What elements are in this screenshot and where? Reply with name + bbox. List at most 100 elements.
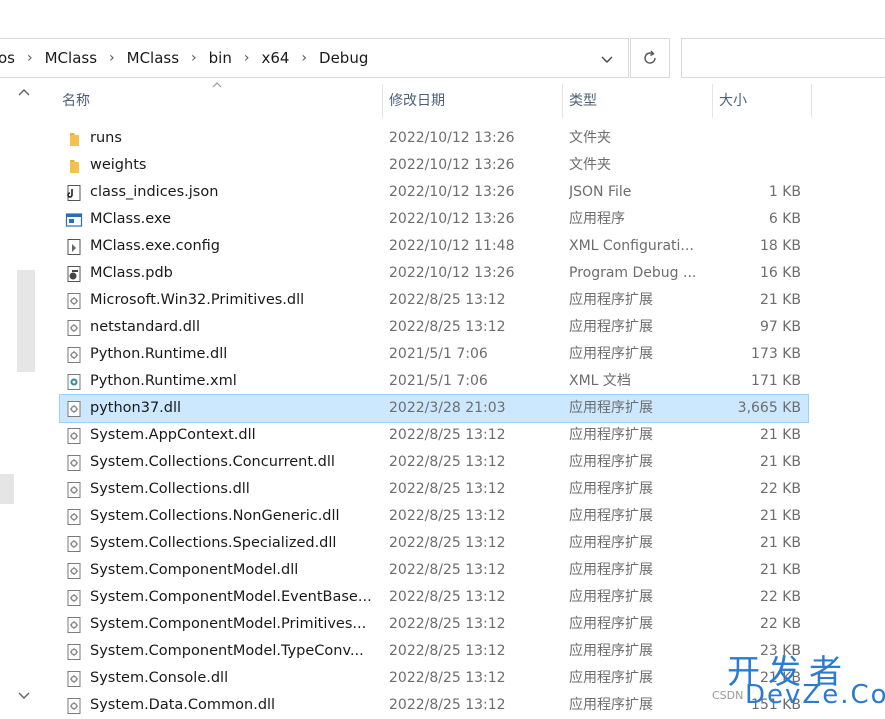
chevron-right-icon[interactable]: › xyxy=(109,50,115,66)
file-size: 171 KB xyxy=(751,373,801,389)
file-name: Python.Runtime.xml xyxy=(90,373,237,389)
file-date: 2022/3/28 21:03 xyxy=(389,400,506,416)
file-row[interactable]: System.ComponentModel.dll 2022/8/25 13:12… xyxy=(60,557,808,584)
file-type: 应用程序 xyxy=(569,211,625,227)
watermark-source: CSDN xyxy=(712,689,744,702)
config-file-icon xyxy=(65,238,83,256)
file-row[interactable]: Python.Runtime.xml 2021/5/1 7:06 XML 文档 171… xyxy=(60,368,808,395)
file-row[interactable]: System.Collections.dll 2022/8/25 13:12 应用程… xyxy=(60,476,808,503)
file-date: 2022/8/25 13:12 xyxy=(389,292,506,308)
chevron-right-icon[interactable]: › xyxy=(191,50,197,66)
file-row[interactable]: System.AppContext.dll 2022/8/25 13:12 应用程序… xyxy=(60,422,808,449)
column-divider[interactable] xyxy=(811,84,812,118)
file-name: System.Data.Common.dll xyxy=(90,697,276,713)
file-row[interactable]: MClass.exe 2022/10/12 13:26 应用程序 6 KB xyxy=(60,206,808,233)
file-date: 2022/8/25 13:12 xyxy=(389,643,506,659)
file-type: JSON File xyxy=(569,184,632,200)
column-header-date[interactable]: 修改日期 xyxy=(375,84,555,118)
nav-scrollbar-thumb[interactable] xyxy=(17,270,35,372)
file-size: 22 KB xyxy=(759,589,801,605)
file-date: 2022/8/25 13:12 xyxy=(389,427,506,443)
nav-selected-item[interactable] xyxy=(0,474,14,504)
file-name: Python.Runtime.dll xyxy=(90,346,228,362)
file-row[interactable]: System.ComponentModel.EventBase... 2022/8… xyxy=(60,584,808,611)
file-type: 文件夹 xyxy=(569,130,611,146)
xml-file-icon xyxy=(65,373,83,391)
file-size: 18 KB xyxy=(759,238,801,254)
file-size: 1 KB xyxy=(768,184,801,200)
file-date: 2022/10/12 11:48 xyxy=(389,238,515,254)
column-header-row: 名称 修改日期 类型 大小 xyxy=(48,82,812,118)
file-list: runs 2022/10/12 13:26 文件夹 weights 2022/10/12… xyxy=(59,125,809,719)
file-size: 6 KB xyxy=(768,211,801,227)
file-date: 2022/8/25 13:12 xyxy=(389,508,506,524)
file-row[interactable]: python37.dll 2022/3/28 21:03 应用程序扩展 3,665 K… xyxy=(59,394,809,423)
file-row[interactable]: System.Collections.Concurrent.dll 2022/8/… xyxy=(60,449,808,476)
file-date: 2022/8/25 13:12 xyxy=(389,697,506,713)
file-size: 16 KB xyxy=(759,265,801,281)
breadcrumb-item-bin[interactable]: bin xyxy=(209,49,232,67)
file-row[interactable]: MClass.exe.config 2022/10/12 11:48 XML Con… xyxy=(60,233,808,260)
file-size: 22 KB xyxy=(759,481,801,497)
file-name: netstandard.dll xyxy=(90,319,200,335)
scroll-down-arrow-icon[interactable] xyxy=(18,690,30,700)
column-header-size[interactable]: 大小 xyxy=(705,84,805,118)
address-bar[interactable]: os › MClass › MClass › bin › x64 › Debug xyxy=(0,38,629,78)
file-row[interactable]: Microsoft.Win32.Primitives.dll 2022/8/25 … xyxy=(60,287,808,314)
file-type: 应用程序扩展 xyxy=(569,346,653,362)
breadcrumb-item-x64[interactable]: x64 xyxy=(261,49,289,67)
file-row[interactable]: runs 2022/10/12 13:26 文件夹 xyxy=(60,125,808,152)
search-input[interactable] xyxy=(681,38,885,78)
file-type: 应用程序扩展 xyxy=(569,319,653,335)
file-size: 21 KB xyxy=(759,454,801,470)
file-size: 21 KB xyxy=(759,562,801,578)
scroll-up-arrow-icon[interactable] xyxy=(18,88,30,98)
file-row[interactable]: System.ComponentModel.Primitives... 2022/… xyxy=(60,611,808,638)
file-name: MClass.exe.config xyxy=(90,238,220,254)
chevron-right-icon[interactable]: › xyxy=(301,50,307,66)
file-name: System.Collections.NonGeneric.dll xyxy=(90,508,340,524)
file-date: 2022/10/12 13:26 xyxy=(389,130,515,146)
file-row[interactable]: Python.Runtime.dll 2021/5/1 7:06 应用程序扩展 173… xyxy=(60,341,808,368)
breadcrumb-item-mclass[interactable]: MClass xyxy=(127,49,179,67)
column-header-type[interactable]: 类型 xyxy=(555,84,705,118)
chevron-right-icon[interactable]: › xyxy=(27,50,33,66)
file-row[interactable]: netstandard.dll 2022/8/25 13:12 应用程序扩展 97 K… xyxy=(60,314,808,341)
file-type: 应用程序扩展 xyxy=(569,454,653,470)
file-name: System.AppContext.dll xyxy=(90,427,256,443)
file-type: 应用程序扩展 xyxy=(569,562,653,578)
file-row[interactable]: System.ComponentModel.TypeConv... 2022/8/… xyxy=(60,638,808,665)
file-row[interactable]: System.Console.dll 2022/8/25 13:12 应用程序扩展 2… xyxy=(60,665,808,692)
file-type: 应用程序扩展 xyxy=(569,481,653,497)
file-type: 应用程序扩展 xyxy=(569,400,653,416)
refresh-button[interactable] xyxy=(630,38,670,78)
file-name: MClass.exe xyxy=(90,211,171,227)
file-type: 应用程序扩展 xyxy=(569,643,653,659)
column-header-name[interactable]: 名称 xyxy=(48,84,382,118)
file-row[interactable]: System.Collections.Specialized.dll 2022/8… xyxy=(60,530,808,557)
chevron-right-icon[interactable]: › xyxy=(244,50,250,66)
breadcrumb-item-mclass-root[interactable]: MClass xyxy=(45,49,97,67)
file-date: 2021/5/1 7:06 xyxy=(389,373,488,389)
file-name: weights xyxy=(90,157,147,173)
dll-file-icon xyxy=(65,616,83,634)
file-row[interactable]: System.Data.Common.dll 2022/8/25 13:12 应用程… xyxy=(60,692,808,719)
dll-file-icon xyxy=(65,697,83,715)
file-row[interactable]: weights 2022/10/12 13:26 文件夹 xyxy=(60,152,808,179)
file-type: XML Configurati... xyxy=(569,238,694,254)
file-name: MClass.pdb xyxy=(90,265,173,281)
file-row[interactable]: System.Collections.NonGeneric.dll 2022/8/… xyxy=(60,503,808,530)
breadcrumb-item-debug[interactable]: Debug xyxy=(319,49,368,67)
chevron-down-icon[interactable] xyxy=(600,52,614,66)
file-date: 2022/10/12 13:26 xyxy=(389,211,515,227)
file-row[interactable]: class_indices.json 2022/10/12 13:26 JSON F… xyxy=(60,179,808,206)
file-date: 2022/10/12 13:26 xyxy=(389,265,515,281)
file-date: 2022/8/25 13:12 xyxy=(389,481,506,497)
watermark-brand-en: DevZe.CoM xyxy=(745,680,885,710)
dll-file-icon xyxy=(65,319,83,337)
navigation-pane[interactable] xyxy=(0,80,36,712)
file-name: System.ComponentModel.TypeConv... xyxy=(90,643,364,659)
breadcrumb-item-os[interactable]: os xyxy=(0,49,15,67)
file-row[interactable]: MClass.pdb 2022/10/12 13:26 Program Debug … xyxy=(60,260,808,287)
file-date: 2022/8/25 13:12 xyxy=(389,616,506,632)
